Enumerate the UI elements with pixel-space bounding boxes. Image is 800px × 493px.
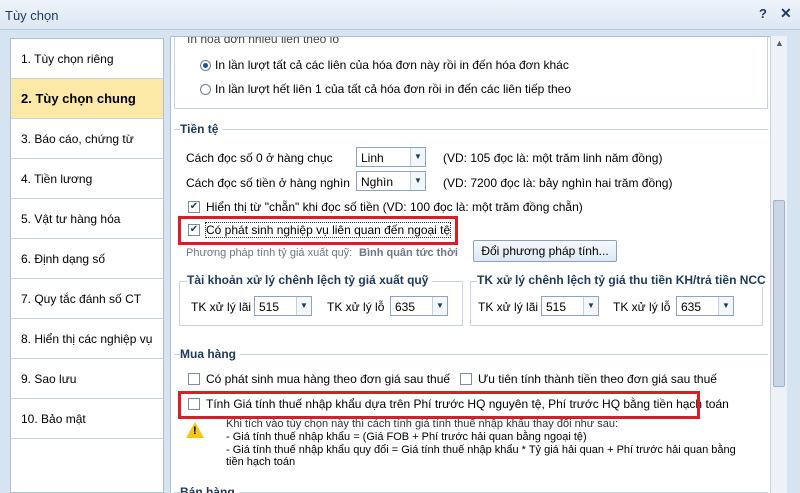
note-line-2: - Giá tính thuế nhập khẩu = (Giá FOB + P…	[226, 431, 587, 443]
chevron-down-icon: ▼	[410, 148, 425, 166]
hien-thi-chan-checkbox[interactable]: ✔	[188, 201, 200, 213]
warning-exclamation-icon: !	[193, 425, 197, 437]
chevron-down-icon: ▼	[432, 297, 447, 315]
sidebar-item-bao-cao-chung-tu[interactable]: 3. Báo cáo, chứng từ	[11, 119, 163, 159]
hien-thi-chan-label[interactable]: Hiển thị từ "chẵn" khi đọc số tiền (VD: …	[206, 200, 583, 214]
thu-tien-lo-select[interactable]: 635 ▼	[676, 296, 734, 316]
xuat-quy-lo-label: TK xử lý lỗ	[327, 300, 385, 314]
sidebar-item-quy-tac-danh-so[interactable]: 7. Quy tắc đánh số CT	[11, 279, 163, 319]
invoice-print-group	[174, 37, 768, 109]
note-line-3: - Giá tính thuế nhập khẩu quy đổi = Giá …	[226, 444, 736, 456]
sidebar-item-tuy-chon-rieng[interactable]: 1. Tùy chọn riêng	[11, 39, 163, 79]
uu-tien-thanh-tien-label[interactable]: Ưu tiên tính thành tiền theo đơn giá sau…	[478, 372, 717, 386]
invoice-option-2-label[interactable]: In lần lượt hết liên 1 của tất cả hóa đơ…	[215, 82, 571, 96]
sidebar-item-sao-luu[interactable]: 9. Sao lưu	[11, 359, 163, 399]
thu-tien-lai-value: 515	[546, 300, 567, 314]
invoice-option-1-radio[interactable]	[200, 60, 211, 71]
sidebar-item-bao-mat[interactable]: 10. Bảo mật	[11, 399, 163, 439]
doc-hang-nghin-label: Cách đọc số tiền ở hàng nghìn	[186, 176, 350, 190]
help-button[interactable]: ?	[759, 6, 767, 21]
sidebar-item-tien-luong[interactable]: 4. Tiền lương	[11, 159, 163, 199]
thu-tien-lo-value: 635	[681, 300, 702, 314]
doc-hang-nghin-example: (VD: 7200 đọc là: bảy nghìn hai trăm đồn…	[443, 176, 673, 190]
highlight-box-ngoai-te	[178, 216, 458, 245]
thu-tien-lai-label: TK xử lý lãi	[478, 300, 539, 314]
note-line-4: tiền hạch toán	[226, 456, 296, 468]
invoice-group-label: In hóa đơn nhiều liên theo lô	[187, 36, 339, 46]
xuat-quy-title: Tài khoản xử lý chênh lệch tỷ giá xuất q…	[187, 273, 433, 287]
chevron-down-icon: ▼	[296, 297, 311, 315]
options-sidebar: 1. Tùy chọn riêng 2. Tùy chọn chung 3. B…	[10, 38, 164, 493]
phuong-phap-label: Phương pháp tính tỷ giá xuất quỹ:	[186, 247, 353, 259]
thu-tien-title: TK xử lý chênh lệch tỷ giá thu tiền KH/t…	[477, 273, 770, 287]
xuat-quy-lai-select[interactable]: 515 ▼	[254, 296, 312, 316]
doi-phuong-phap-button[interactable]: Đổi phương pháp tính...	[473, 240, 617, 262]
thu-tien-lo-label: TK xử lý lỗ	[613, 300, 671, 314]
window-title: Tùy chọn	[5, 8, 59, 23]
window-right-edge	[787, 36, 800, 493]
xuat-quy-lo-select[interactable]: 635 ▼	[390, 296, 448, 316]
invoice-option-1-label[interactable]: In lần lượt tất cả các liên của hóa đơn …	[215, 58, 569, 72]
doc-so-0-select[interactable]: Linh ▼	[356, 147, 426, 167]
note-line-1: Khi tích vào tùy chọn này thì cách tính …	[226, 418, 619, 430]
ban-hang-title: Bán hàng	[180, 485, 239, 493]
xuat-quy-lai-value: 515	[259, 300, 280, 314]
mua-hang-sau-thue-label[interactable]: Có phát sinh mua hàng theo đơn giá sau t…	[206, 372, 450, 386]
uu-tien-thanh-tien-checkbox[interactable]	[460, 373, 472, 385]
chevron-down-icon: ▼	[718, 297, 733, 315]
phuong-phap-value: Bình quân tức thời	[359, 247, 458, 259]
thu-tien-lai-select[interactable]: 515 ▼	[541, 296, 599, 316]
sidebar-item-hien-thi-nghiep-vu[interactable]: 8. Hiển thị các nghiệp vụ	[11, 319, 163, 359]
sidebar-item-vat-tu-hang-hoa[interactable]: 5. Vật tư hàng hóa	[11, 199, 163, 239]
tien-te-divider	[174, 129, 768, 130]
highlight-box-gia-thue-nk	[178, 391, 700, 419]
invoice-option-2-radio[interactable]	[200, 84, 211, 95]
mua-hang-title: Mua hàng	[180, 347, 240, 361]
mua-hang-divider	[174, 354, 768, 355]
chevron-down-icon: ▼	[410, 172, 425, 190]
chevron-down-icon: ▼	[583, 297, 598, 315]
doc-so-0-value: Linh	[361, 151, 384, 165]
doc-hang-nghin-select[interactable]: Nghìn ▼	[356, 171, 426, 191]
options-dialog: Tùy chọn ? ✕ 1. Tùy chọn riêng 2. Tùy ch…	[0, 0, 800, 493]
xuat-quy-lai-label: TK xử lý lãi	[191, 300, 252, 314]
content-scrollbar[interactable]: ▲	[770, 36, 787, 493]
sidebar-item-dinh-dang-so[interactable]: 6. Định dạng số	[11, 239, 163, 279]
scrollbar-thumb[interactable]	[773, 200, 785, 387]
close-button[interactable]: ✕	[780, 5, 792, 22]
xuat-quy-lo-value: 635	[395, 300, 416, 314]
doc-so-0-example: (VD: 105 đọc là: một trăm linh năm đồng)	[443, 151, 663, 165]
doc-hang-nghin-value: Nghìn	[361, 175, 394, 189]
title-bar: Tùy chọn ? ✕	[0, 0, 800, 30]
doc-so-0-label: Cách đọc số 0 ở hàng chục	[186, 151, 333, 165]
mua-hang-sau-thue-checkbox[interactable]	[188, 373, 200, 385]
tien-te-title: Tiền tệ	[180, 122, 223, 136]
scroll-up-icon[interactable]: ▲	[775, 38, 784, 48]
options-content-panel: In hóa đơn nhiều liên theo lô In lần lượ…	[170, 36, 770, 493]
sidebar-item-tuy-chon-chung[interactable]: 2. Tùy chọn chung	[11, 79, 163, 119]
